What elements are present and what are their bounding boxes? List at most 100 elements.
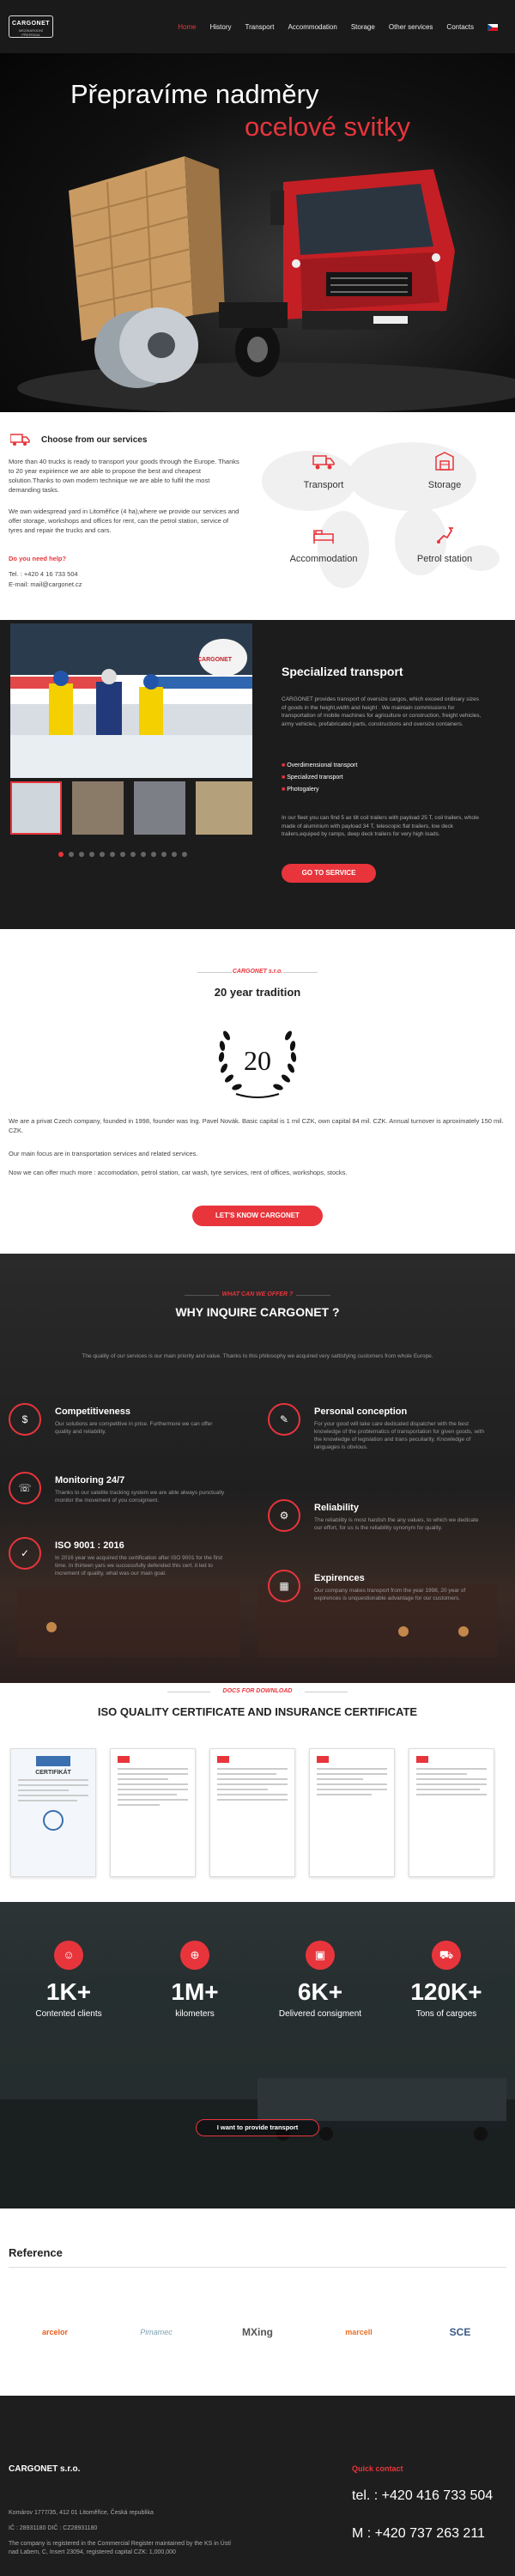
service-card-petrol-station[interactable]: Petrol station — [410, 526, 479, 564]
logo[interactable]: CARGONET MEZINÁRODNÍ PŘEPRAVA — [9, 15, 53, 38]
tradition-title: 20 year tradition — [214, 986, 301, 999]
reference-logo-marcell[interactable]: marcell — [319, 2313, 398, 2351]
stats-section: ☺ 1K+ Contented clients ⊕ 1M+ kilometers… — [0, 1902, 515, 2208]
service-label: Accommodation — [289, 554, 358, 564]
insurance-document-1[interactable] — [110, 1748, 196, 1877]
pagination-dot[interactable] — [130, 852, 136, 857]
stat-number: 1M+ — [171, 1978, 219, 2005]
spec-bullet-item[interactable]: ■ Overdimensional transport — [282, 762, 357, 769]
building-icon: ▦ — [268, 1570, 300, 1602]
pagination-dot[interactable] — [79, 852, 84, 857]
pagination-dot[interactable] — [110, 852, 115, 857]
service-card-transport[interactable]: Transport — [289, 453, 358, 490]
reference-logo-mxing[interactable]: MXing — [218, 2313, 297, 2351]
hero-banner: Přepravíme nadměry ocelové svitky — [0, 53, 515, 412]
logo-text: CARGONET — [11, 21, 51, 27]
headset-icon: ☏ — [9, 1472, 41, 1504]
why-item-title: ISO 9001 : 2016 — [55, 1540, 124, 1551]
service-card-storage[interactable]: Storage — [410, 452, 479, 490]
nav-item-contacts[interactable]: Contacts — [446, 23, 474, 31]
truck-icon — [10, 434, 30, 446]
pagination-dot[interactable] — [120, 852, 125, 857]
insurance-document-4[interactable] — [409, 1748, 494, 1877]
footer-phone[interactable]: tel. : +420 416 733 504 — [352, 2488, 493, 2504]
dollar-icon: $ — [9, 1403, 41, 1436]
reference-logo-pimamec[interactable]: Pimamec — [117, 2313, 196, 2351]
tradition-section: CARGONET s.r.o. 20 year tradition 20 We … — [0, 929, 515, 1254]
divider — [283, 972, 318, 973]
references-title: Reference — [9, 2246, 63, 2259]
gallery-thumbnail-3[interactable] — [134, 781, 185, 835]
pagination-dot[interactable] — [161, 852, 167, 857]
pagination-dot[interactable] — [141, 852, 146, 857]
laurel-wreath-icon: 20 — [218, 1030, 297, 1098]
gallery-thumbnail-1[interactable] — [10, 781, 62, 835]
spec-bullet-item[interactable]: ■ Specialized transport — [282, 775, 357, 781]
storage-icon — [435, 452, 454, 471]
insurance-document-2[interactable] — [209, 1748, 295, 1877]
truck-icon: ⛟ — [432, 1941, 461, 1970]
nav-item-history[interactable]: History — [210, 23, 232, 31]
stat-number: 1K+ — [45, 1978, 92, 2005]
gallery-thumbnail-2[interactable] — [72, 781, 124, 835]
footer-company: CARGONET s.r.o. — [9, 2464, 81, 2474]
doc-logo — [416, 1756, 428, 1763]
stat-number: 6K+ — [297, 1978, 343, 2005]
nav-item-home[interactable]: Home — [178, 23, 196, 31]
insurance-document-3[interactable] — [309, 1748, 395, 1877]
doc-logo — [118, 1756, 130, 1763]
why-item-text: For your good will take care dedicated d… — [314, 1421, 485, 1450]
reference-logo-sce[interactable]: SCE — [421, 2313, 500, 2351]
why-intro: The quality of our services is our main … — [82, 1353, 433, 1359]
pagination-dot[interactable] — [182, 852, 187, 857]
nav-item-accommodation[interactable]: Accommodation — [288, 23, 336, 31]
help-email[interactable]: E-mail: mail@cargonet.cz — [9, 580, 82, 589]
road-icon: ⊕ — [180, 1941, 209, 1970]
certs-title: ISO QUALITY CERTIFICATE AND INSURANCE CE… — [97, 1705, 418, 1718]
stat-consignments: ▣ 6K+ Delivered consigment — [269, 1941, 372, 2019]
pagination-dot[interactable] — [69, 852, 74, 857]
divider — [185, 1295, 219, 1296]
nav-item-storage[interactable]: Storage — [351, 23, 375, 31]
gallery-thumbnail-4[interactable] — [196, 781, 252, 835]
wreath-number: 20 — [244, 1045, 271, 1076]
nav-item-other-services[interactable]: Other services — [389, 23, 433, 31]
pagination-dot[interactable] — [58, 852, 64, 857]
why-item-text: Thanks to our satelite tracking system w… — [55, 1490, 225, 1504]
know-cargonet-button[interactable]: LET'S KNOW CARGONET — [192, 1206, 323, 1226]
why-item-title: Monitoring 24/7 — [55, 1475, 125, 1485]
go-to-service-button[interactable]: GO TO SERVICE — [282, 864, 376, 883]
spec-bullet-list: ■ Overdimensional transport ■ Specialize… — [282, 762, 357, 793]
spec-title: Specialized transport — [282, 665, 403, 678]
pagination-dot[interactable] — [151, 852, 156, 857]
footer: CARGONET s.r.o. Komárov 1777/35, 412 01 … — [0, 2396, 515, 2576]
provide-transport-button[interactable]: I want to provide transport — [196, 2119, 319, 2136]
divider — [197, 972, 232, 973]
reference-logo-arcelor[interactable]: arcelor — [15, 2313, 94, 2351]
spec-fleet-text: In our fleet you can find 5 ax tilt coil… — [282, 815, 480, 837]
why-item-title: Expirences — [314, 1573, 365, 1583]
bed-icon — [313, 530, 334, 544]
pagination-dot[interactable] — [172, 852, 177, 857]
footer-registration: The company is registered in the Commerc… — [9, 2541, 232, 2555]
service-label: Storage — [427, 480, 462, 490]
service-card-accommodation[interactable]: Accommodation — [289, 527, 358, 564]
services-yard-text: We own widespread yard in Litoměřice (4 … — [9, 507, 239, 534]
pagination-dot[interactable] — [89, 852, 94, 857]
pagination-dot[interactable] — [100, 852, 105, 857]
why-item-text: In 2016 year we acquired the certificati… — [55, 1555, 223, 1577]
photo-banner-text: CARGONET — [197, 657, 233, 663]
stat-kilometers: ⊕ 1M+ kilometers — [143, 1941, 246, 2019]
iso-certificate-document[interactable]: CERTIFIKÁT — [10, 1748, 96, 1877]
czech-flag-icon[interactable] — [488, 24, 498, 31]
footer-mobile[interactable]: M : +420 737 263 211 — [352, 2526, 485, 2542]
stat-label: Tons of cargoes — [415, 2009, 477, 2019]
cert-logo — [36, 1756, 70, 1766]
nav-item-transport[interactable]: Transport — [245, 23, 275, 31]
spec-bullet-item[interactable]: ■ Photogalery — [282, 787, 357, 793]
why-item-text: Our solutions are competitive in price. … — [55, 1421, 213, 1435]
help-phone[interactable]: Tel. : +420 4 16 733 504 — [9, 569, 78, 579]
stat-label: kilometers — [175, 2009, 215, 2019]
divider — [296, 1295, 330, 1296]
main-menu: Home History Transport Accommodation Sto… — [178, 23, 498, 31]
